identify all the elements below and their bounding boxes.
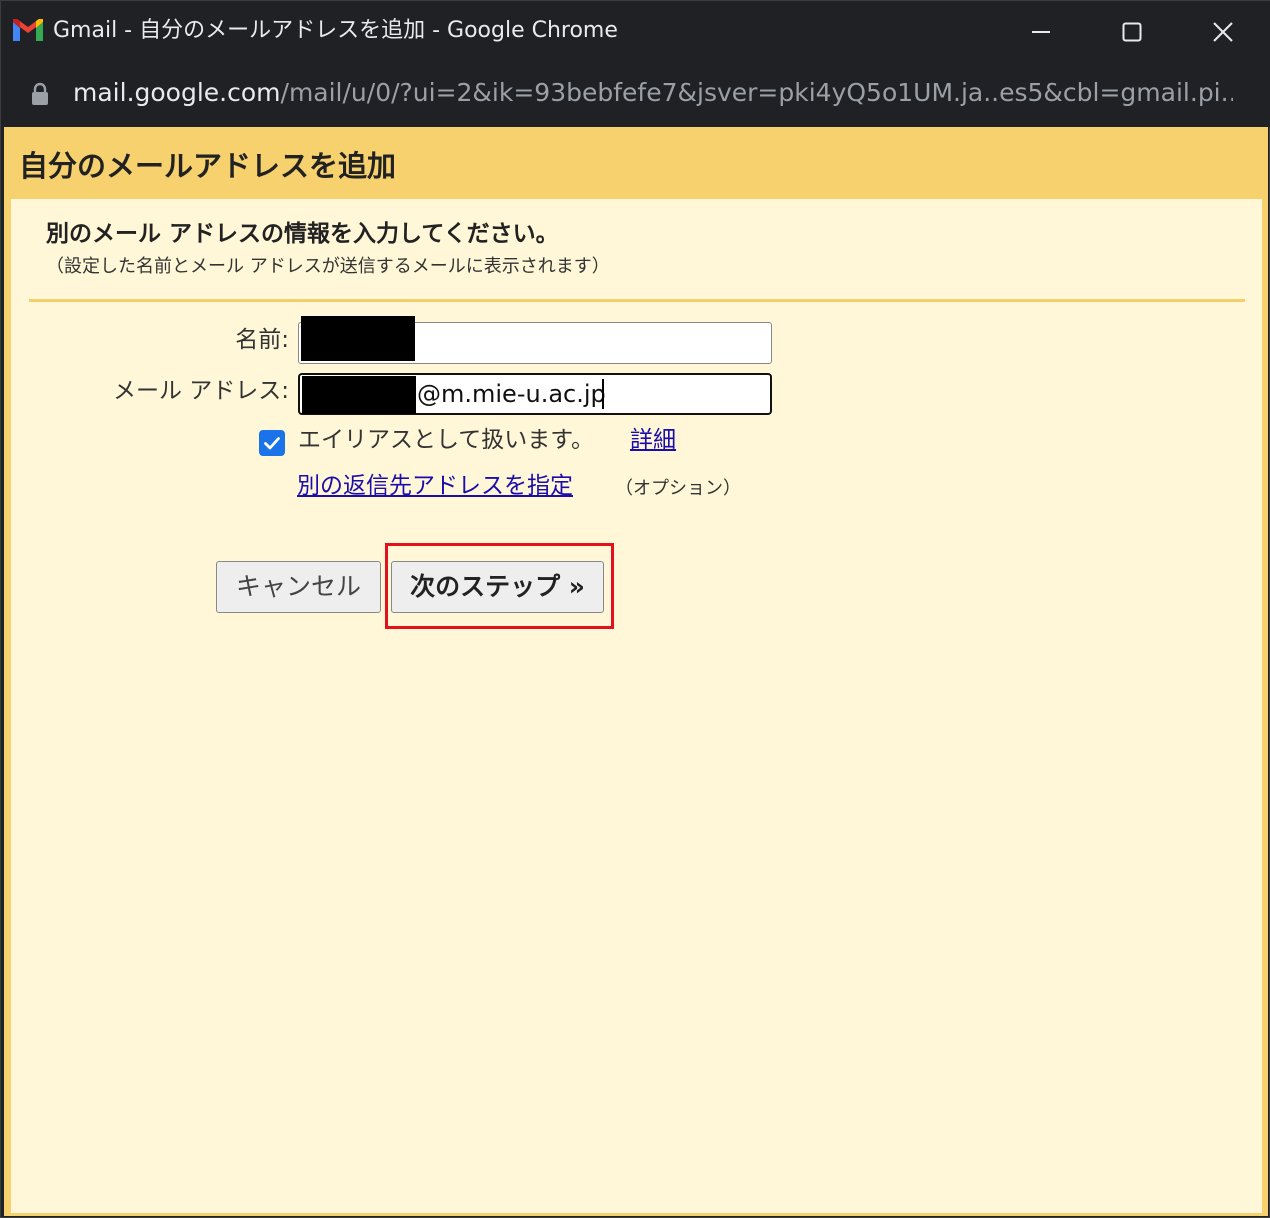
maximize-button[interactable] (1108, 13, 1156, 51)
highlight-box (385, 543, 614, 629)
reply-to-optional-note: （オプション） (615, 478, 741, 499)
divider (29, 299, 1245, 302)
gmail-logo-icon (13, 19, 43, 41)
close-icon (1213, 22, 1233, 42)
lock-icon[interactable] (30, 82, 50, 106)
dialog-title: 自分のメールアドレスを追加 (19, 149, 397, 183)
instruction-heading: 別のメール アドレスの情報を入力してください。 (46, 221, 559, 247)
name-label: 名前: (235, 327, 289, 353)
window-title: Gmail - 自分のメールアドレスを追加 - Google Chrome (53, 18, 618, 43)
dialog-content: 別のメール アドレスの情報を入力してください。 （設定した名前とメール アドレス… (11, 199, 1262, 1213)
close-button[interactable] (1199, 13, 1247, 51)
title-bar: Gmail - 自分のメールアドレスを追加 - Google Chrome (1, 1, 1270, 63)
dialog-frame: 自分のメールアドレスを追加 別のメール アドレスの情報を入力してください。 （設… (4, 127, 1268, 1216)
browser-window: Gmail - 自分のメールアドレスを追加 - Google Chrome ma… (0, 0, 1270, 1218)
text-caret (602, 379, 604, 409)
email-label: メール アドレス: (112, 378, 289, 404)
dialog-header: 自分のメールアドレスを追加 (4, 127, 1268, 199)
alias-checkbox[interactable] (259, 430, 285, 456)
checkmark-icon (264, 437, 280, 450)
url-host: mail.google.com (73, 78, 281, 107)
alias-label: エイリアスとして扱います。 (298, 427, 595, 453)
redacted-name (301, 316, 415, 361)
email-domain-text: @m.mie-u.ac.jp (417, 380, 606, 408)
url-path: /mail/u/0/?ui=2&ik=93bebfefe7&jsver=pki4… (280, 78, 1233, 107)
minimize-icon (1032, 31, 1050, 33)
maximize-icon (1122, 22, 1142, 42)
minimize-button[interactable] (1017, 13, 1065, 51)
alias-details-link[interactable]: 詳細 (630, 425, 676, 455)
url-text[interactable]: mail.google.com/mail/u/0/?ui=2&ik=93bebf… (73, 77, 1233, 109)
reply-to-link[interactable]: 別の返信先アドレスを指定 (297, 471, 573, 501)
cancel-button[interactable]: キャンセル (216, 561, 381, 613)
redacted-email-user (302, 376, 416, 414)
instruction-subheading: （設定した名前とメール アドレスが送信するメールに表示されます） (46, 256, 610, 277)
